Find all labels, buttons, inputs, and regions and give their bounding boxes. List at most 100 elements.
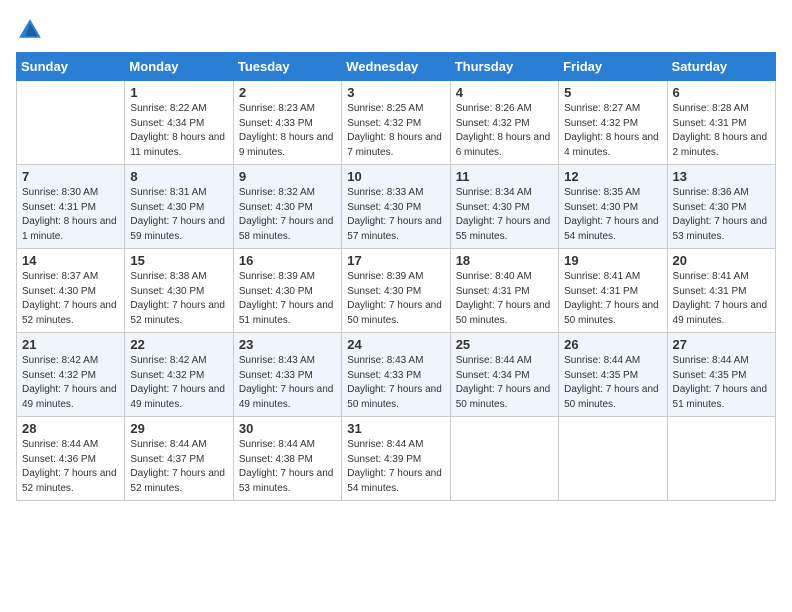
day-number: 7 [22, 169, 119, 184]
calendar-cell: 25 Sunrise: 8:44 AMSunset: 4:34 PMDaylig… [450, 333, 558, 417]
calendar-cell: 5 Sunrise: 8:27 AMSunset: 4:32 PMDayligh… [559, 81, 667, 165]
calendar-cell: 31 Sunrise: 8:44 AMSunset: 4:39 PMDaylig… [342, 417, 450, 501]
day-info: Sunrise: 8:44 AMSunset: 4:38 PMDaylight:… [239, 439, 334, 494]
day-number: 12 [564, 169, 661, 184]
day-number: 28 [22, 421, 119, 436]
calendar-cell: 23 Sunrise: 8:43 AMSunset: 4:33 PMDaylig… [233, 333, 341, 417]
calendar-cell: 26 Sunrise: 8:44 AMSunset: 4:35 PMDaylig… [559, 333, 667, 417]
weekday-header-monday: Monday [125, 53, 233, 81]
calendar-cell [17, 81, 125, 165]
calendar-week-3: 14 Sunrise: 8:37 AMSunset: 4:30 PMDaylig… [17, 249, 776, 333]
day-number: 21 [22, 337, 119, 352]
day-number: 26 [564, 337, 661, 352]
calendar-cell: 14 Sunrise: 8:37 AMSunset: 4:30 PMDaylig… [17, 249, 125, 333]
calendar-week-4: 21 Sunrise: 8:42 AMSunset: 4:32 PMDaylig… [17, 333, 776, 417]
day-info: Sunrise: 8:31 AMSunset: 4:30 PMDaylight:… [130, 187, 225, 242]
day-info: Sunrise: 8:32 AMSunset: 4:30 PMDaylight:… [239, 187, 334, 242]
calendar-week-1: 1 Sunrise: 8:22 AMSunset: 4:34 PMDayligh… [17, 81, 776, 165]
day-number: 24 [347, 337, 444, 352]
day-info: Sunrise: 8:44 AMSunset: 4:37 PMDaylight:… [130, 439, 225, 494]
day-info: Sunrise: 8:25 AMSunset: 4:32 PMDaylight:… [347, 103, 442, 158]
day-number: 3 [347, 85, 444, 100]
day-info: Sunrise: 8:41 AMSunset: 4:31 PMDaylight:… [564, 271, 659, 326]
calendar-cell: 9 Sunrise: 8:32 AMSunset: 4:30 PMDayligh… [233, 165, 341, 249]
calendar-cell: 15 Sunrise: 8:38 AMSunset: 4:30 PMDaylig… [125, 249, 233, 333]
day-number: 16 [239, 253, 336, 268]
calendar-table: SundayMondayTuesdayWednesdayThursdayFrid… [16, 52, 776, 501]
day-info: Sunrise: 8:28 AMSunset: 4:31 PMDaylight:… [673, 103, 768, 158]
day-number: 4 [456, 85, 553, 100]
day-number: 19 [564, 253, 661, 268]
day-info: Sunrise: 8:44 AMSunset: 4:34 PMDaylight:… [456, 355, 551, 410]
day-number: 6 [673, 85, 770, 100]
day-info: Sunrise: 8:37 AMSunset: 4:30 PMDaylight:… [22, 271, 117, 326]
day-info: Sunrise: 8:44 AMSunset: 4:35 PMDaylight:… [673, 355, 768, 410]
calendar-cell: 2 Sunrise: 8:23 AMSunset: 4:33 PMDayligh… [233, 81, 341, 165]
calendar-cell: 17 Sunrise: 8:39 AMSunset: 4:30 PMDaylig… [342, 249, 450, 333]
calendar-cell: 4 Sunrise: 8:26 AMSunset: 4:32 PMDayligh… [450, 81, 558, 165]
day-info: Sunrise: 8:43 AMSunset: 4:33 PMDaylight:… [347, 355, 442, 410]
calendar-cell: 24 Sunrise: 8:43 AMSunset: 4:33 PMDaylig… [342, 333, 450, 417]
day-number: 20 [673, 253, 770, 268]
calendar-cell: 18 Sunrise: 8:40 AMSunset: 4:31 PMDaylig… [450, 249, 558, 333]
weekday-header-tuesday: Tuesday [233, 53, 341, 81]
calendar-cell: 20 Sunrise: 8:41 AMSunset: 4:31 PMDaylig… [667, 249, 775, 333]
day-number: 29 [130, 421, 227, 436]
day-number: 30 [239, 421, 336, 436]
calendar-cell [559, 417, 667, 501]
calendar-cell: 28 Sunrise: 8:44 AMSunset: 4:36 PMDaylig… [17, 417, 125, 501]
day-number: 1 [130, 85, 227, 100]
day-info: Sunrise: 8:36 AMSunset: 4:30 PMDaylight:… [673, 187, 768, 242]
day-info: Sunrise: 8:30 AMSunset: 4:31 PMDaylight:… [22, 187, 117, 242]
day-info: Sunrise: 8:27 AMSunset: 4:32 PMDaylight:… [564, 103, 659, 158]
day-info: Sunrise: 8:23 AMSunset: 4:33 PMDaylight:… [239, 103, 334, 158]
day-number: 14 [22, 253, 119, 268]
calendar-cell: 7 Sunrise: 8:30 AMSunset: 4:31 PMDayligh… [17, 165, 125, 249]
weekday-header-thursday: Thursday [450, 53, 558, 81]
day-info: Sunrise: 8:44 AMSunset: 4:39 PMDaylight:… [347, 439, 442, 494]
day-number: 17 [347, 253, 444, 268]
day-info: Sunrise: 8:41 AMSunset: 4:31 PMDaylight:… [673, 271, 768, 326]
weekday-header-saturday: Saturday [667, 53, 775, 81]
day-info: Sunrise: 8:22 AMSunset: 4:34 PMDaylight:… [130, 103, 225, 158]
day-info: Sunrise: 8:44 AMSunset: 4:36 PMDaylight:… [22, 439, 117, 494]
day-info: Sunrise: 8:42 AMSunset: 4:32 PMDaylight:… [130, 355, 225, 410]
calendar-cell: 13 Sunrise: 8:36 AMSunset: 4:30 PMDaylig… [667, 165, 775, 249]
day-number: 11 [456, 169, 553, 184]
calendar-week-2: 7 Sunrise: 8:30 AMSunset: 4:31 PMDayligh… [17, 165, 776, 249]
calendar-cell: 27 Sunrise: 8:44 AMSunset: 4:35 PMDaylig… [667, 333, 775, 417]
calendar-cell: 10 Sunrise: 8:33 AMSunset: 4:30 PMDaylig… [342, 165, 450, 249]
calendar-cell: 8 Sunrise: 8:31 AMSunset: 4:30 PMDayligh… [125, 165, 233, 249]
day-info: Sunrise: 8:44 AMSunset: 4:35 PMDaylight:… [564, 355, 659, 410]
day-number: 18 [456, 253, 553, 268]
calendar-cell: 29 Sunrise: 8:44 AMSunset: 4:37 PMDaylig… [125, 417, 233, 501]
weekday-header-wednesday: Wednesday [342, 53, 450, 81]
day-info: Sunrise: 8:33 AMSunset: 4:30 PMDaylight:… [347, 187, 442, 242]
weekday-header-row: SundayMondayTuesdayWednesdayThursdayFrid… [17, 53, 776, 81]
calendar-cell: 21 Sunrise: 8:42 AMSunset: 4:32 PMDaylig… [17, 333, 125, 417]
weekday-header-sunday: Sunday [17, 53, 125, 81]
day-number: 25 [456, 337, 553, 352]
day-info: Sunrise: 8:38 AMSunset: 4:30 PMDaylight:… [130, 271, 225, 326]
day-number: 27 [673, 337, 770, 352]
day-number: 2 [239, 85, 336, 100]
day-number: 15 [130, 253, 227, 268]
day-info: Sunrise: 8:39 AMSunset: 4:30 PMDaylight:… [239, 271, 334, 326]
calendar-cell: 11 Sunrise: 8:34 AMSunset: 4:30 PMDaylig… [450, 165, 558, 249]
day-number: 31 [347, 421, 444, 436]
day-info: Sunrise: 8:40 AMSunset: 4:31 PMDaylight:… [456, 271, 551, 326]
calendar-cell [667, 417, 775, 501]
page-header [16, 16, 776, 44]
day-number: 9 [239, 169, 336, 184]
weekday-header-friday: Friday [559, 53, 667, 81]
calendar-cell: 6 Sunrise: 8:28 AMSunset: 4:31 PMDayligh… [667, 81, 775, 165]
calendar-cell: 12 Sunrise: 8:35 AMSunset: 4:30 PMDaylig… [559, 165, 667, 249]
calendar-cell: 19 Sunrise: 8:41 AMSunset: 4:31 PMDaylig… [559, 249, 667, 333]
day-info: Sunrise: 8:26 AMSunset: 4:32 PMDaylight:… [456, 103, 551, 158]
logo-icon [16, 16, 44, 44]
day-number: 22 [130, 337, 227, 352]
logo [16, 16, 48, 44]
day-number: 8 [130, 169, 227, 184]
calendar-cell: 22 Sunrise: 8:42 AMSunset: 4:32 PMDaylig… [125, 333, 233, 417]
day-info: Sunrise: 8:35 AMSunset: 4:30 PMDaylight:… [564, 187, 659, 242]
